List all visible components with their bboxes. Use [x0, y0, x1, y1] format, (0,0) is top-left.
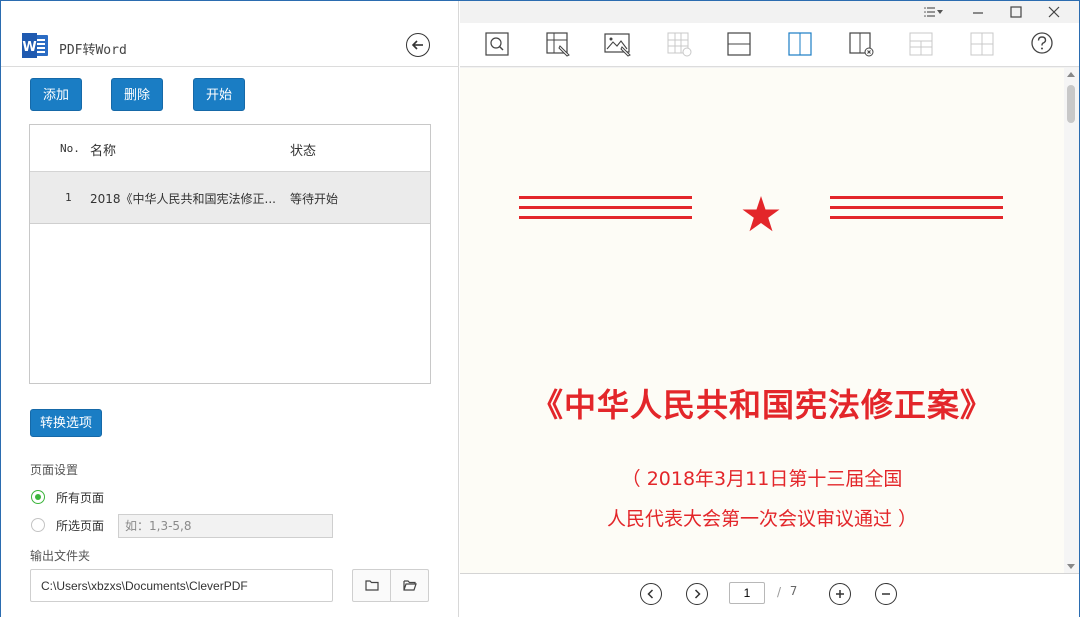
word-icon: W: [22, 33, 49, 58]
minimize-button[interactable]: [963, 3, 993, 21]
all-pages-radio[interactable]: [31, 490, 45, 504]
back-button[interactable]: [406, 33, 430, 57]
left-panel: W PDF转Word 添加 删除 开始 No. 名称 状态 1 2018《中华人…: [1, 1, 459, 617]
select-image-icon: [604, 33, 631, 57]
total-pages: 7: [790, 584, 798, 598]
help-icon: [1031, 32, 1053, 54]
column-header-no: No.: [60, 142, 80, 155]
row-status: 等待开始: [290, 192, 339, 206]
page-number-input[interactable]: [729, 582, 765, 604]
add-button[interactable]: 添加: [30, 78, 82, 111]
close-icon: [1048, 6, 1060, 18]
list-menu-icon: [924, 7, 943, 17]
all-pages-label: 所有页面: [56, 491, 105, 505]
selected-pages-radio[interactable]: [31, 518, 45, 532]
select-text-tool[interactable]: [545, 31, 571, 57]
zoom-in-button[interactable]: [829, 583, 851, 605]
vertical-scrollbar[interactable]: [1064, 68, 1079, 573]
column-delete-icon: [849, 32, 874, 57]
conversion-options-button[interactable]: 转换选项: [30, 409, 102, 437]
document-subtitle-line2: 人民代表大会第一次会议审议通过 ）: [606, 508, 918, 530]
delete-table-tool: [666, 31, 692, 57]
selected-pages-label: 所选页面: [56, 519, 105, 533]
file-table: No. 名称 状态 1 2018《中华人民共和国宪法修正... 等待开始: [29, 124, 431, 384]
vertical-line-tool[interactable]: [787, 31, 813, 57]
page-navigation: / 7: [460, 573, 1079, 617]
plus-icon: [836, 590, 844, 598]
grid-tool: [969, 31, 995, 57]
menu-button[interactable]: [919, 3, 949, 21]
maximize-button[interactable]: [1001, 3, 1031, 21]
zoom-out-button[interactable]: [875, 583, 897, 605]
folder-icon: [365, 580, 379, 591]
zoom-area-icon: [485, 32, 509, 56]
minus-icon: [882, 593, 890, 595]
scroll-thumb[interactable]: [1067, 85, 1075, 123]
next-page-button[interactable]: [686, 583, 708, 605]
output-path-input[interactable]: [30, 569, 333, 602]
scroll-up-icon[interactable]: [1067, 72, 1075, 77]
start-button[interactable]: 开始: [193, 78, 245, 111]
maximize-icon: [1010, 6, 1022, 18]
table-row[interactable]: 1 2018《中华人民共和国宪法修正... 等待开始: [30, 172, 430, 224]
row-file-name: 2018《中华人民共和国宪法修正...: [90, 192, 276, 206]
chevron-left-icon: [647, 589, 654, 599]
page-settings-label: 页面设置: [30, 463, 79, 477]
minimize-icon: [973, 12, 983, 14]
previous-page-button[interactable]: [640, 583, 662, 605]
folder-button-group: [352, 569, 429, 602]
help-button[interactable]: [1029, 31, 1055, 57]
row-number: 1: [65, 191, 72, 204]
window-controls: [919, 1, 1079, 23]
document-title: 《中华人民共和国宪法修正案》: [530, 386, 993, 424]
document-subtitle-line1: （ 2018年3月11日第十三届全国: [621, 468, 903, 490]
document-decoration: [519, 196, 1003, 232]
header-split-icon: [909, 32, 933, 56]
folder-open-icon: [403, 580, 417, 591]
arrow-left-icon: [411, 40, 423, 50]
app-title: PDF转Word: [59, 43, 127, 58]
document-preview[interactable]: 《中华人民共和国宪法修正案》 （ 2018年3月11日第十三届全国 人民代表大会…: [460, 68, 1064, 573]
output-folder-label: 输出文件夹: [30, 549, 91, 563]
delete-button[interactable]: 删除: [111, 78, 163, 111]
browse-folder-button[interactable]: [353, 570, 391, 601]
red-star-icon: [742, 196, 780, 232]
svg-text:W: W: [22, 40, 36, 55]
grid-icon: [970, 32, 994, 56]
zoom-area-tool[interactable]: [484, 31, 510, 57]
preview-toolbar: [460, 23, 1079, 67]
header-split-tool: [908, 31, 934, 57]
horizontal-line-icon: [727, 32, 751, 56]
vertical-line-icon: [788, 32, 812, 56]
open-folder-button[interactable]: [391, 570, 429, 601]
column-header-name: 名称: [90, 144, 117, 159]
close-button[interactable]: [1039, 3, 1069, 21]
preview-panel: 《中华人民共和国宪法修正案》 （ 2018年3月11日第十三届全国 人民代表大会…: [460, 1, 1079, 617]
select-image-tool[interactable]: [604, 31, 631, 57]
column-header-status: 状态: [290, 144, 317, 159]
app-header: W PDF转Word: [1, 1, 459, 67]
table-delete-icon: [667, 32, 692, 57]
table-header: No. 名称 状态: [30, 125, 430, 172]
page-range-input[interactable]: [118, 514, 333, 538]
delete-column-tool[interactable]: [848, 31, 874, 57]
page-separator: /: [777, 585, 782, 599]
scroll-down-icon[interactable]: [1067, 564, 1075, 569]
chevron-right-icon: [694, 589, 701, 599]
horizontal-line-tool[interactable]: [726, 31, 752, 57]
select-text-icon: [546, 32, 570, 57]
